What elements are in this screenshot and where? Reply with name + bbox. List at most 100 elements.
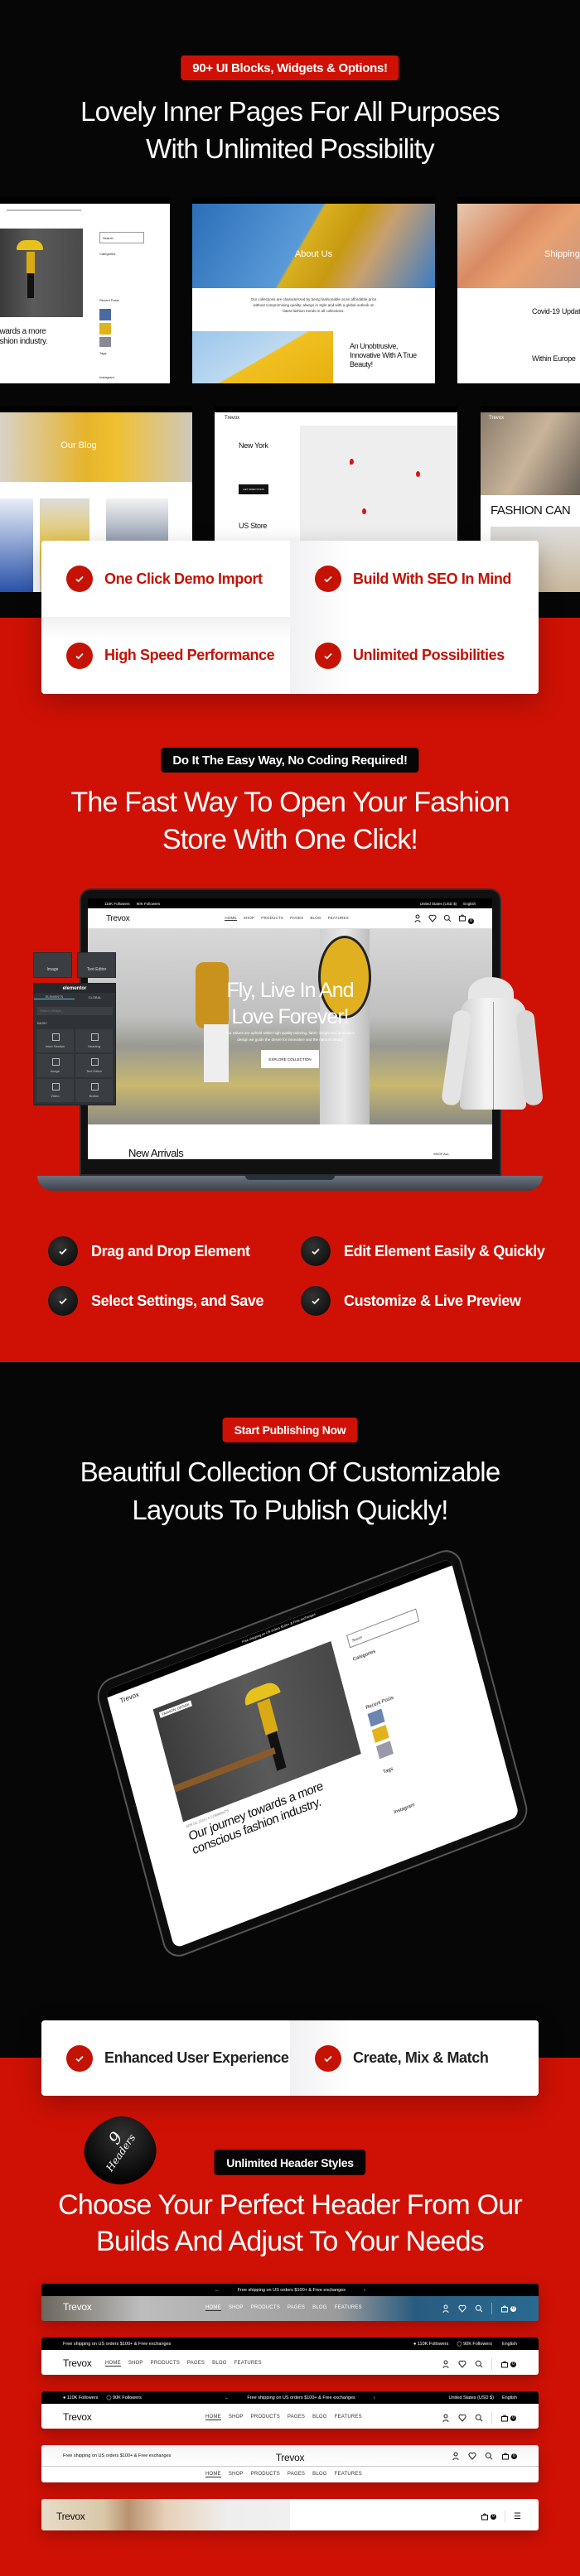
nav-item-pages[interactable]: PAGES [290,916,303,921]
user-icon[interactable] [452,2452,460,2460]
nav-item-shop[interactable]: SHOP [229,2305,244,2311]
widget-heading[interactable]: Heading [75,1028,113,1052]
nav-item-shop[interactable]: SHOP [229,2415,244,2420]
nav-item-features[interactable]: FEATURES [335,2415,362,2420]
widget-text-editor[interactable]: Text Editor [75,1053,113,1077]
heart-icon[interactable] [458,2360,466,2368]
tab-global[interactable]: GLOBAL [75,995,115,999]
cart-button[interactable]: 0 [481,2512,496,2521]
arrow-right-icon[interactable]: › [364,2288,365,2293]
explore-collection-button[interactable]: EXPLORE COLLECTION [261,1050,319,1068]
nav-item-features[interactable]: FEATURES [335,2472,362,2477]
widget-tile-image[interactable]: Image [33,952,72,978]
nav-item-features[interactable]: FEATURES [234,2361,262,2367]
nav-item-pages[interactable]: PAGES [288,2415,305,2420]
feature-label: Build With SEO In Mind [353,570,512,587]
arrow-left-icon[interactable]: ← [225,2395,230,2400]
widget-icon [90,1082,99,1091]
category-basic[interactable]: BASIC [34,1018,115,1028]
language-select[interactable]: English [502,2342,517,2347]
heart-icon[interactable] [458,2414,466,2422]
search-icon[interactable] [475,2414,483,2422]
nav-item-features[interactable]: FEATURES [328,916,349,921]
laptop-logo[interactable]: Trevox [106,914,130,923]
mockup-covid-heading: Covid-19 Updates [532,307,580,315]
feature-select-settings: Select Settings, and Save [48,1286,263,1316]
user-icon[interactable] [413,914,422,922]
nav-item-products[interactable]: PRODUCTS [151,2361,180,2367]
instagram-followers[interactable]: ◯ 90K Followers [106,2395,142,2400]
nav-item-home[interactable]: HOME [205,2472,221,2477]
cart-button[interactable]: 0 [500,2414,516,2422]
widget-video[interactable]: Video [36,1078,74,1102]
arrow-left-icon[interactable]: ← [215,2288,220,2293]
header-logo[interactable]: Trevox [276,2452,305,2463]
heart-icon[interactable] [468,2452,476,2460]
menu-icon[interactable]: ☰ [514,2512,521,2521]
nav-item-products[interactable]: PRODUCTS [261,916,283,921]
language-select[interactable]: English [463,902,476,906]
cart-button[interactable]: 0 [501,2452,517,2460]
cart-button[interactable]: 0 [458,911,474,926]
instagram-followers[interactable]: ◯ 90K Followers [457,2342,492,2347]
nav-item-blog[interactable]: BLOG [212,2361,226,2367]
widget-search-input[interactable] [36,1006,113,1015]
shop-all-link[interactable]: SHOP ALL [433,1152,449,1156]
section1-badge: 90+ UI Blocks, Widgets & Options! [181,55,399,80]
widget-tile-text-editor[interactable]: Text Editor [77,952,116,978]
nav-item-blog[interactable]: BLOG [312,2472,326,2477]
search-icon[interactable] [443,914,452,922]
nav-item-pages[interactable]: PAGES [288,2305,305,2311]
features-card-3: Enhanced User Experience Create, Mix & M… [41,2020,539,2096]
cart-button[interactable]: 0 [500,2304,516,2313]
user-icon[interactable] [442,2304,450,2313]
nav-item-shop[interactable]: SHOP [128,2361,143,2367]
arrow-right-icon[interactable]: › [374,2395,375,2400]
nav-item-home[interactable]: HOME [225,916,237,921]
nav-item-shop[interactable]: SHOP [244,916,255,921]
facebook-followers[interactable]: ● 110K Followers [413,2342,448,2347]
widget-image[interactable]: Image [36,1053,74,1077]
header-logo[interactable]: Trevox [56,2511,85,2522]
nav-item-blog[interactable]: BLOG [310,916,321,921]
header-logo[interactable]: Trevox [63,2301,92,2313]
nav-item-pages[interactable]: PAGES [288,2472,305,2477]
widget-inner-section[interactable]: Inner Section [36,1028,74,1052]
cart-button[interactable]: 0 [500,2360,516,2368]
nav-item-products[interactable]: PRODUCTS [251,2472,280,2477]
nav-item-home[interactable]: HOME [105,2361,121,2367]
nav-item-shop[interactable]: SHOP [229,2472,244,2477]
header-logo[interactable]: Trevox [63,2411,92,2423]
search-icon[interactable] [485,2452,493,2460]
heart-icon[interactable] [428,914,437,922]
nav-item-features[interactable]: FEATURES [335,2305,362,2311]
nav-item-blog[interactable]: BLOG [312,2305,326,2311]
currency-select[interactable]: United States (USD $) [449,2395,494,2400]
nav-item-blog[interactable]: BLOG [312,2415,326,2420]
search-icon[interactable] [475,2360,483,2368]
facebook-followers[interactable]: ● 110K Followers [63,2395,98,2400]
laptop-nav: HOME SHOP PRODUCTS PAGES BLOG FEATURES [225,916,349,921]
widget-button[interactable]: Button [75,1078,113,1102]
user-icon[interactable] [442,2414,450,2422]
instagram-followers[interactable]: 90K Followers [137,902,161,906]
tab-elements[interactable]: ELEMENTS [34,994,75,999]
search-icon[interactable] [475,2304,483,2313]
cart-count: 0 [510,2415,516,2421]
nav-item-pages[interactable]: PAGES [187,2361,205,2367]
nav-item-home[interactable]: HOME [205,2305,221,2311]
user-icon[interactable] [442,2360,450,2368]
nav-item-home[interactable]: HOME [205,2415,221,2420]
widget-label: Image [50,1068,60,1073]
language-select[interactable]: English [502,2395,517,2400]
check-icon [66,642,93,669]
facebook-followers[interactable]: 110K Followers [104,902,130,906]
section1-heading-line1: Lovely Inner Pages For All Purposes [80,96,500,127]
heart-icon[interactable] [458,2304,466,2313]
nav-item-products[interactable]: PRODUCTS [251,2305,280,2311]
header-logo[interactable]: Trevox [63,2357,92,2369]
nav-item-products[interactable]: PRODUCTS [251,2415,280,2420]
hero-title-line2: Love Forever! [231,1005,349,1028]
tablet-post-category: FASHION, DESIGN [158,1700,193,1718]
currency-select[interactable]: United States (USD $) [420,902,457,906]
